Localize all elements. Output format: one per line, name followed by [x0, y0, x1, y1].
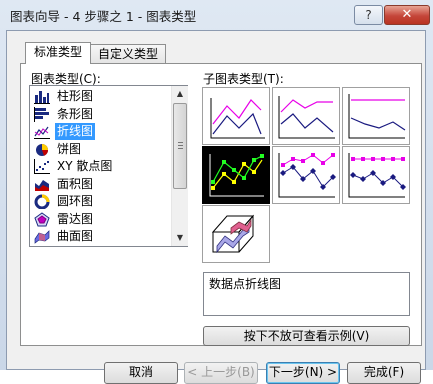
scatter-chart-icon [34, 159, 50, 174]
subtype-100-stacked-line-with-markers[interactable] [342, 146, 410, 204]
pie-chart-icon [34, 142, 50, 157]
scroll-grip [178, 148, 183, 149]
chart-type-item-label: 饼图 [57, 141, 82, 156]
chart-type-item[interactable]: XY 散点图 [33, 158, 172, 175]
line-3d-subtype-icon [211, 214, 255, 254]
bar-chart-icon [34, 106, 50, 122]
chart-type-list-scrollbar[interactable]: ▲ ▼ [171, 86, 188, 246]
finish-button[interactable]: 完成(F) [347, 362, 421, 384]
chart-type-item[interactable]: 圆环图 [33, 193, 172, 210]
scroll-grip [178, 145, 183, 146]
preview-sample-button[interactable]: 按下不放可查看示例(V) [203, 326, 410, 346]
chart-type-item[interactable]: 柱形图 [33, 88, 172, 105]
help-button[interactable]: ? [354, 5, 383, 25]
chart-type-item-label: 折线图 [55, 123, 96, 140]
subtype-description: 数据点折线图 [203, 272, 410, 316]
subtype-stacked-line-with-markers[interactable] [272, 146, 340, 204]
tab-standard-types[interactable]: 标准类型 [25, 42, 91, 64]
area-chart-icon [34, 177, 50, 192]
chart-type-item[interactable]: 面积图 [33, 176, 172, 193]
tab-custom-types[interactable]: 自定义类型 [90, 44, 166, 64]
doughnut-chart-icon [34, 194, 50, 210]
percent-stacked-line-markers-subtype-icon [348, 153, 406, 198]
chart-type-item[interactable]: 饼图 [33, 141, 172, 158]
chart-type-item-label: 曲面图 [57, 229, 94, 243]
next-button[interactable]: 下一步(N) > [266, 362, 340, 384]
line-chart-icon [34, 124, 50, 139]
scroll-up-arrow-icon[interactable]: ▲ [172, 86, 188, 102]
cancel-button[interactable]: 取消 [104, 362, 178, 384]
chart-type-item-label: 条形图 [57, 106, 94, 121]
subtype-line-with-markers[interactable] [202, 146, 270, 204]
chart-type-item-label: 圆环图 [57, 194, 94, 208]
chart-type-item[interactable]: 折线图 [33, 123, 172, 140]
chart-type-item[interactable]: 雷达图 [33, 211, 172, 228]
stacked-line-markers-subtype-icon [278, 153, 336, 198]
chart-type-item-label: XY 散点图 [57, 159, 113, 173]
subtype-3d-line[interactable] [202, 205, 270, 263]
chart-type-item[interactable]: 条形图 [33, 106, 172, 123]
percent-stacked-line-subtype-icon [348, 94, 406, 139]
scroll-grip [178, 142, 183, 143]
chart-type-item-label: 面积图 [57, 176, 94, 191]
column-chart-icon [34, 89, 50, 104]
line-subtype-icon [210, 98, 265, 139]
scroll-thumb[interactable] [173, 103, 187, 189]
close-button[interactable]: ✕ [384, 5, 430, 25]
subtype-100-stacked-line[interactable] [342, 87, 410, 145]
subtype-stacked-line[interactable] [272, 87, 340, 145]
chart-type-item-label: 雷达图 [57, 211, 94, 226]
chart-type-list[interactable]: 柱形图条形图折线图 饼图 XY 散点图 面积图圆环图雷达图曲面图 [29, 85, 188, 247]
subtype-line[interactable] [202, 87, 270, 145]
subtype-description-text: 数据点折线图 [209, 277, 282, 291]
chart-type-item[interactable]: 曲面图 [33, 228, 172, 245]
window-title: 图表向导 - 4 步骤之 1 - 图表类型 [10, 9, 197, 24]
chart-type-item-label: 柱形图 [57, 89, 94, 103]
back-button[interactable]: < 上一步(B) [184, 362, 258, 384]
surface-chart-icon [34, 229, 50, 244]
scroll-down-arrow-icon[interactable]: ▼ [172, 230, 188, 246]
subtype-label: 子图表类型(T): [203, 72, 284, 86]
line-markers-subtype-icon [209, 154, 264, 197]
subtype-grid [202, 87, 410, 263]
stacked-line-subtype-icon [278, 96, 335, 139]
radar-chart-icon [34, 211, 50, 227]
